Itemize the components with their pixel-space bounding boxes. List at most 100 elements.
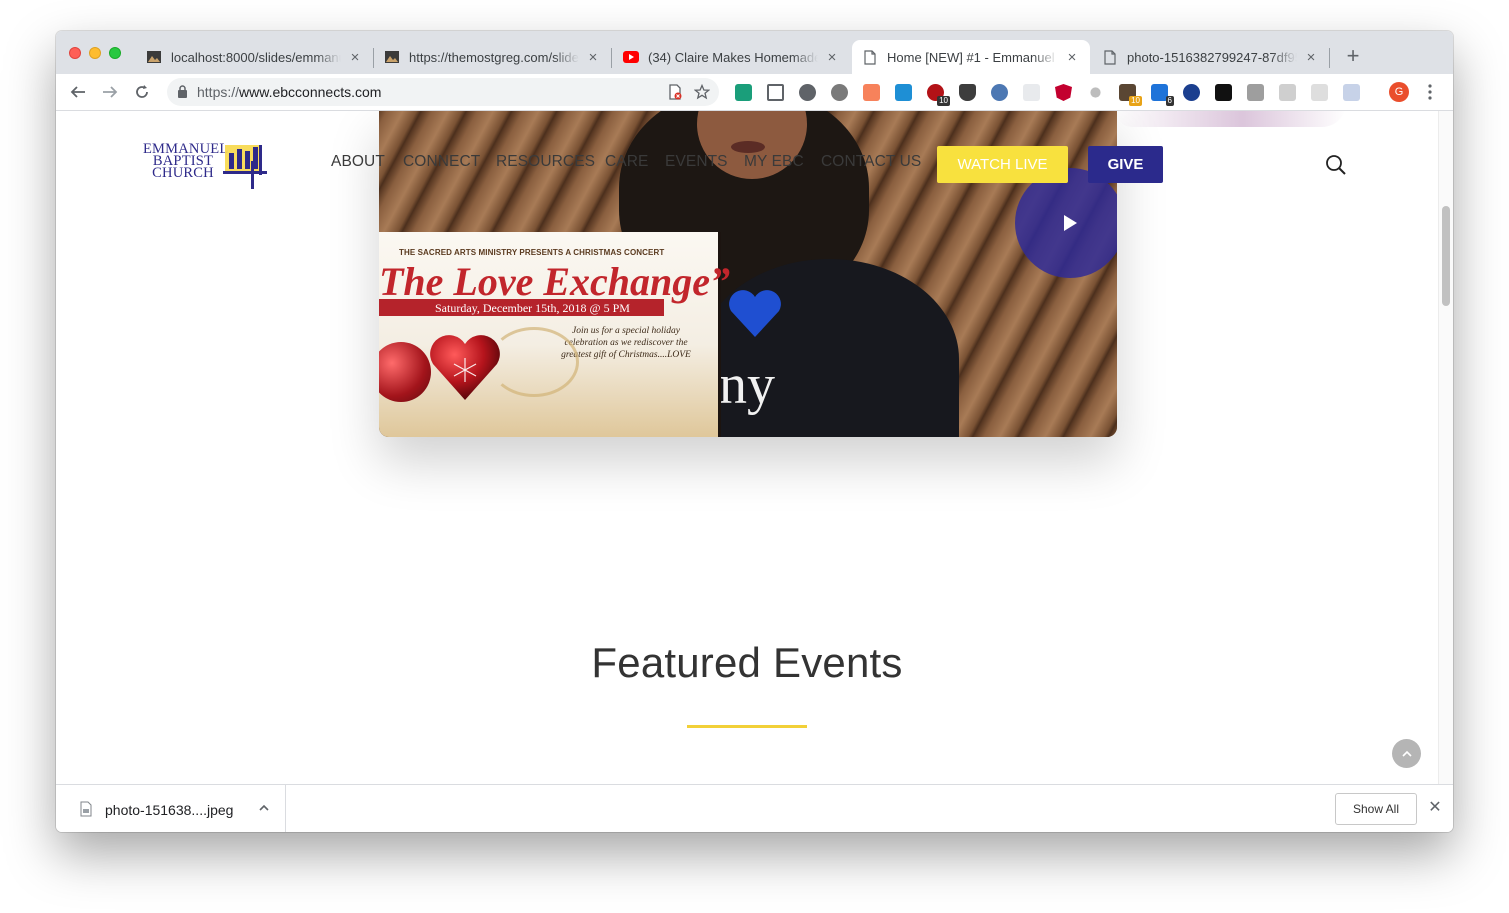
blue-heart-icon — [729, 290, 781, 337]
watch-live-button[interactable]: WATCH LIVE — [937, 146, 1068, 183]
chevron-up-icon[interactable] — [258, 801, 270, 813]
wordpress-icon[interactable] — [799, 84, 816, 101]
tab-localhost-slides[interactable]: localhost:8000/slides/emmanu × — [136, 40, 373, 74]
tab-title: localhost:8000/slides/emmanu — [171, 49, 341, 65]
minimize-window-button[interactable] — [89, 47, 101, 59]
extension-chat-icon[interactable] — [1279, 84, 1296, 101]
extension-ublock-icon[interactable]: 10 — [927, 84, 950, 106]
scrollbar-thumb[interactable] — [1442, 206, 1450, 306]
download-filename: photo-151638....jpeg — [105, 802, 234, 818]
poster-date: Saturday, December 15th, 2018 @ 5 PM — [435, 301, 630, 315]
red-ornament-icon — [379, 342, 431, 402]
nav-contact-us[interactable]: CONTACT US — [821, 153, 921, 171]
reload-button[interactable] — [130, 80, 154, 104]
extension-compass-icon[interactable] — [991, 84, 1008, 101]
tab-close-icon[interactable]: × — [347, 49, 363, 66]
site-logo[interactable]: EMMANUEL BAPTIST CHURCH — [143, 141, 273, 191]
forward-button[interactable] — [98, 80, 122, 104]
nav-my-ebc[interactable]: MY EBC — [744, 153, 804, 171]
tab-themostgreg-slides[interactable]: https://themostgreg.com/slide × — [374, 40, 611, 74]
tab-divider — [1329, 48, 1330, 68]
extension-window-icon[interactable] — [895, 84, 912, 101]
back-arrow-icon — [70, 86, 85, 98]
featured-events-heading: Featured Events — [591, 639, 903, 686]
nav-connect[interactable]: CONNECT — [403, 153, 480, 171]
camera-icon[interactable] — [1247, 84, 1264, 101]
downloads-bar: photo-151638....jpeg Show All ✕ — [56, 784, 1453, 832]
page-scrollbar[interactable] — [1438, 111, 1453, 784]
give-button[interactable]: GIVE — [1088, 146, 1163, 183]
new-tab-button[interactable]: + — [1341, 45, 1365, 69]
reload-icon — [136, 85, 148, 98]
tab-title: https://themostgreg.com/slide — [409, 49, 579, 65]
angular-icon[interactable] — [1055, 84, 1072, 101]
maximize-window-button[interactable] — [109, 47, 121, 59]
show-all-button[interactable]: Show All — [1335, 793, 1417, 825]
extension-k-icon[interactable] — [1183, 84, 1200, 101]
video-person-lips — [731, 141, 765, 153]
search-icon[interactable] — [1325, 154, 1347, 176]
tab-photo[interactable]: photo-1516382799247-87df95 × — [1092, 40, 1329, 74]
file-icon — [80, 801, 92, 817]
nav-events[interactable]: EVENTS — [665, 153, 728, 171]
extension-badge: 6 — [1165, 96, 1174, 106]
play-button[interactable] — [1015, 168, 1117, 278]
tab-close-icon[interactable]: × — [585, 49, 601, 66]
extension-dark-icon[interactable] — [1215, 84, 1232, 101]
tab-title: Home [NEW] #1 - Emmanuel Ba — [887, 49, 1058, 65]
nav-about[interactable]: ABOUT — [331, 153, 385, 171]
cast-icon[interactable] — [767, 84, 784, 101]
logo-emblem-icon — [223, 145, 267, 189]
concert-poster: THE SACRED ARTS MINISTRY PRESENTS A CHRI… — [379, 232, 731, 437]
tab-home-emmanuel[interactable]: Home [NEW] #1 - Emmanuel Ba × — [852, 40, 1090, 74]
nav-care[interactable]: CARE — [605, 153, 648, 171]
logo-line: CHURCH — [152, 165, 214, 181]
extension-s-icon[interactable]: 6 — [1151, 84, 1174, 106]
scroll-to-top-button[interactable] — [1392, 739, 1421, 768]
download-item[interactable]: photo-151638....jpeg — [76, 785, 286, 832]
red-heart-ornament-icon — [430, 335, 500, 400]
address-bar[interactable]: https://www.ebcconnects.com — [167, 78, 719, 106]
page-viewport: ny THE SACRED ARTS MINISTRY PRESENTS A C… — [56, 111, 1453, 784]
extension-clip-icon[interactable]: 10 — [1119, 84, 1142, 106]
extension-evernote-icon[interactable] — [735, 84, 752, 101]
heading-underline — [687, 725, 807, 728]
poster-kicker: THE SACRED ARTS MINISTRY PRESENTS A CHRI… — [399, 248, 665, 257]
browser-window: localhost:8000/slides/emmanu × https://t… — [56, 31, 1453, 832]
tab-strip: localhost:8000/slides/emmanu × https://t… — [56, 31, 1453, 74]
extension-hk-icon[interactable] — [863, 84, 880, 101]
tab-close-icon[interactable]: × — [1064, 49, 1080, 66]
youtube-icon — [623, 49, 639, 65]
extension-dot-icon[interactable] — [1090, 87, 1101, 98]
poster-body: Join us for a special holiday celebratio… — [561, 326, 691, 360]
close-downloads-icon[interactable]: ✕ — [1428, 800, 1442, 816]
tab-title: photo-1516382799247-87df95 — [1127, 49, 1297, 65]
extension-b-icon[interactable] — [1311, 84, 1328, 101]
tab-close-icon[interactable]: × — [1303, 49, 1319, 66]
close-window-button[interactable] — [69, 47, 81, 59]
back-button[interactable] — [66, 80, 90, 104]
slides-icon — [146, 49, 162, 65]
blocked-content-icon[interactable] — [667, 84, 683, 100]
url-text: https://www.ebcconnects.com — [197, 84, 381, 100]
logo-wordmark: EMMANUEL BAPTIST CHURCH — [143, 142, 228, 181]
tab-close-icon[interactable]: × — [824, 49, 840, 66]
extension-badge: 10 — [937, 96, 950, 106]
url-scheme: https:// — [197, 84, 240, 100]
browser-toolbar: https://www.ebcconnects.com 10 10 6 G — [56, 74, 1453, 111]
page-icon — [862, 49, 878, 65]
tab-youtube[interactable]: (34) Claire Makes Homemade I × — [613, 40, 850, 74]
page-icon — [1102, 49, 1118, 65]
browser-menu-icon[interactable] — [1424, 82, 1436, 102]
extension-grid-icon[interactable] — [1023, 84, 1040, 101]
tab-divider — [611, 48, 612, 68]
url-host: www.ebcconnects.com — [239, 84, 382, 100]
nav-resources[interactable]: RESOURCES — [496, 153, 595, 171]
poster-title: The Love Exchange” — [379, 259, 731, 304]
play-icon — [1064, 215, 1077, 231]
pocket-icon[interactable] — [959, 84, 976, 101]
profile-avatar[interactable]: G — [1389, 82, 1409, 102]
settings-gear-icon[interactable] — [831, 84, 848, 101]
bookmark-star-icon[interactable] — [693, 83, 711, 100]
extension-r-icon[interactable] — [1343, 84, 1360, 101]
